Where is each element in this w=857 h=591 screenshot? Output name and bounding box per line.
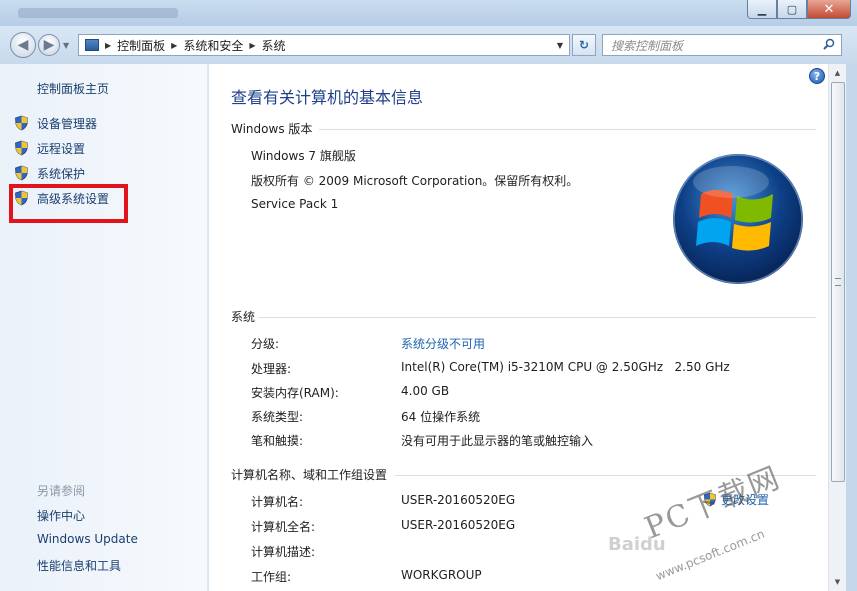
section-divider xyxy=(395,475,816,476)
action-center-link[interactable]: 操作中心 xyxy=(37,507,85,524)
minimize-button[interactable]: ▁ xyxy=(747,0,777,19)
change-settings-link[interactable]: 更改设置 xyxy=(703,491,769,508)
main-content: ? 查看有关计算机的基本信息 Windows 版本 Windows 7 旗舰版 … xyxy=(209,64,828,591)
scrollbar-grip xyxy=(835,278,841,286)
section-divider xyxy=(259,317,816,318)
system-type-value: 64 位操作系统 xyxy=(401,410,481,424)
shield-icon xyxy=(15,115,28,131)
breadcrumb-system[interactable]: 系统 xyxy=(262,37,286,54)
windows-edition-heading: Windows 版本 xyxy=(231,122,313,136)
system-heading: 系统 xyxy=(231,310,256,324)
scroll-up-icon[interactable]: ▲ xyxy=(831,66,844,80)
recent-pages-dropdown[interactable]: ▼ xyxy=(63,41,69,50)
back-arrow-icon: ◀ xyxy=(17,37,29,53)
address-dropdown-icon[interactable]: ▼ xyxy=(557,41,563,50)
computer-description-label: 计算机描述: xyxy=(251,545,316,559)
full-computer-name-label: 计算机全名: xyxy=(251,520,316,534)
windows-edition-value: Windows 7 旗舰版 xyxy=(251,149,356,163)
window-title-blurred xyxy=(18,8,178,18)
sidebar-item-label: 远程设置 xyxy=(37,141,86,156)
breadcrumb-separator-icon[interactable]: ▶ xyxy=(105,41,111,50)
sidebar-item-remote-settings[interactable]: 远程设置 xyxy=(14,138,85,158)
service-pack-value: Service Pack 1 xyxy=(251,197,339,211)
rating-label: 分级: xyxy=(251,337,280,351)
search-input[interactable]: 搜索控制面板 xyxy=(602,34,842,56)
windows-logo-icon xyxy=(673,154,803,284)
pen-touch-label: 笔和触摸: xyxy=(251,434,304,448)
computer-name-heading: 计算机名称、域和工作组设置 xyxy=(231,468,388,482)
breadcrumb-system-security[interactable]: 系统和安全 xyxy=(183,37,243,54)
close-button[interactable]: ✕ xyxy=(807,0,851,19)
section-divider xyxy=(319,129,816,130)
forward-button[interactable]: ▶ xyxy=(38,34,60,56)
workgroup-value: WORKGROUP xyxy=(401,568,482,582)
search-placeholder: 搜索控制面板 xyxy=(611,38,684,53)
sidebar-item-label: 设备管理器 xyxy=(37,116,98,131)
ram-label: 安装内存(RAM): xyxy=(251,386,339,400)
processor-value: Intel(R) Core(TM) i5-3210M CPU @ 2.50GHz… xyxy=(401,360,730,374)
breadcrumb-separator-icon[interactable]: ▶ xyxy=(171,41,177,50)
left-pane: 控制面板主页 设备管理器 远程设置 系统保护 高级系统设置 另请参阅 操作中心 … xyxy=(0,64,208,591)
scrollbar-thumb[interactable] xyxy=(831,82,845,482)
computer-name-label: 计算机名: xyxy=(251,495,304,509)
search-icon[interactable] xyxy=(823,38,835,50)
refresh-button[interactable]: ↻ xyxy=(572,34,596,56)
shield-icon xyxy=(704,492,716,507)
back-button[interactable]: ◀ xyxy=(10,32,36,58)
sidebar-item-device-manager[interactable]: 设备管理器 xyxy=(14,113,97,133)
page-title: 查看有关计算机的基本信息 xyxy=(231,88,424,107)
breadcrumb-separator-icon[interactable]: ▶ xyxy=(249,41,255,50)
control-panel-icon xyxy=(85,39,99,51)
refresh-icon: ↻ xyxy=(578,38,590,52)
full-computer-name-value: USER-20160520EG xyxy=(401,518,516,532)
change-settings-label: 更改设置 xyxy=(721,493,770,507)
see-also-heading: 另请参阅 xyxy=(37,484,86,498)
vertical-scrollbar[interactable]: ▲ ▼ xyxy=(828,64,846,591)
system-type-label: 系统类型: xyxy=(251,410,304,424)
title-bar: ▁ ▢ ✕ xyxy=(0,0,857,26)
copyright-text: 版权所有 © 2009 Microsoft Corporation。保留所有权利… xyxy=(251,174,579,188)
sidebar-item-system-protection[interactable]: 系统保护 xyxy=(14,163,85,183)
help-icon: ? xyxy=(813,69,821,83)
shield-icon xyxy=(15,165,28,181)
navigation-bar: ◀ ▶ ▼ ▶ 控制面板 ▶ 系统和安全 ▶ 系统 ▼ ↻ 搜索控制面板 xyxy=(0,26,857,64)
rating-link[interactable]: 系统分级不可用 xyxy=(401,335,485,352)
ram-value: 4.00 GB xyxy=(401,384,450,398)
window-frame xyxy=(846,64,857,591)
maximize-button[interactable]: ▢ xyxy=(777,0,807,19)
window-controls: ▁ ▢ ✕ xyxy=(747,0,851,19)
highlight-annotation-box xyxy=(9,184,128,223)
shield-icon xyxy=(15,140,28,156)
sidebar-item-label: 系统保护 xyxy=(37,166,86,181)
computer-name-value: USER-20160520EG xyxy=(401,493,516,507)
help-button[interactable]: ? xyxy=(809,68,825,84)
performance-info-link[interactable]: 性能信息和工具 xyxy=(37,557,121,574)
windows-update-link[interactable]: Windows Update xyxy=(37,532,138,546)
workgroup-label: 工作组: xyxy=(251,570,292,584)
address-bar[interactable]: ▶ 控制面板 ▶ 系统和安全 ▶ 系统 ▼ xyxy=(78,34,570,56)
forward-arrow-icon: ▶ xyxy=(43,37,55,53)
breadcrumb-control-panel[interactable]: 控制面板 xyxy=(117,37,165,54)
processor-label: 处理器: xyxy=(251,362,292,376)
breadcrumb: ▶ 控制面板 ▶ 系统和安全 ▶ 系统 xyxy=(99,37,286,54)
control-panel-home-link[interactable]: 控制面板主页 xyxy=(37,80,109,97)
scroll-down-icon[interactable]: ▼ xyxy=(831,575,844,589)
pen-touch-value: 没有可用于此显示器的笔或触控输入 xyxy=(401,434,594,448)
